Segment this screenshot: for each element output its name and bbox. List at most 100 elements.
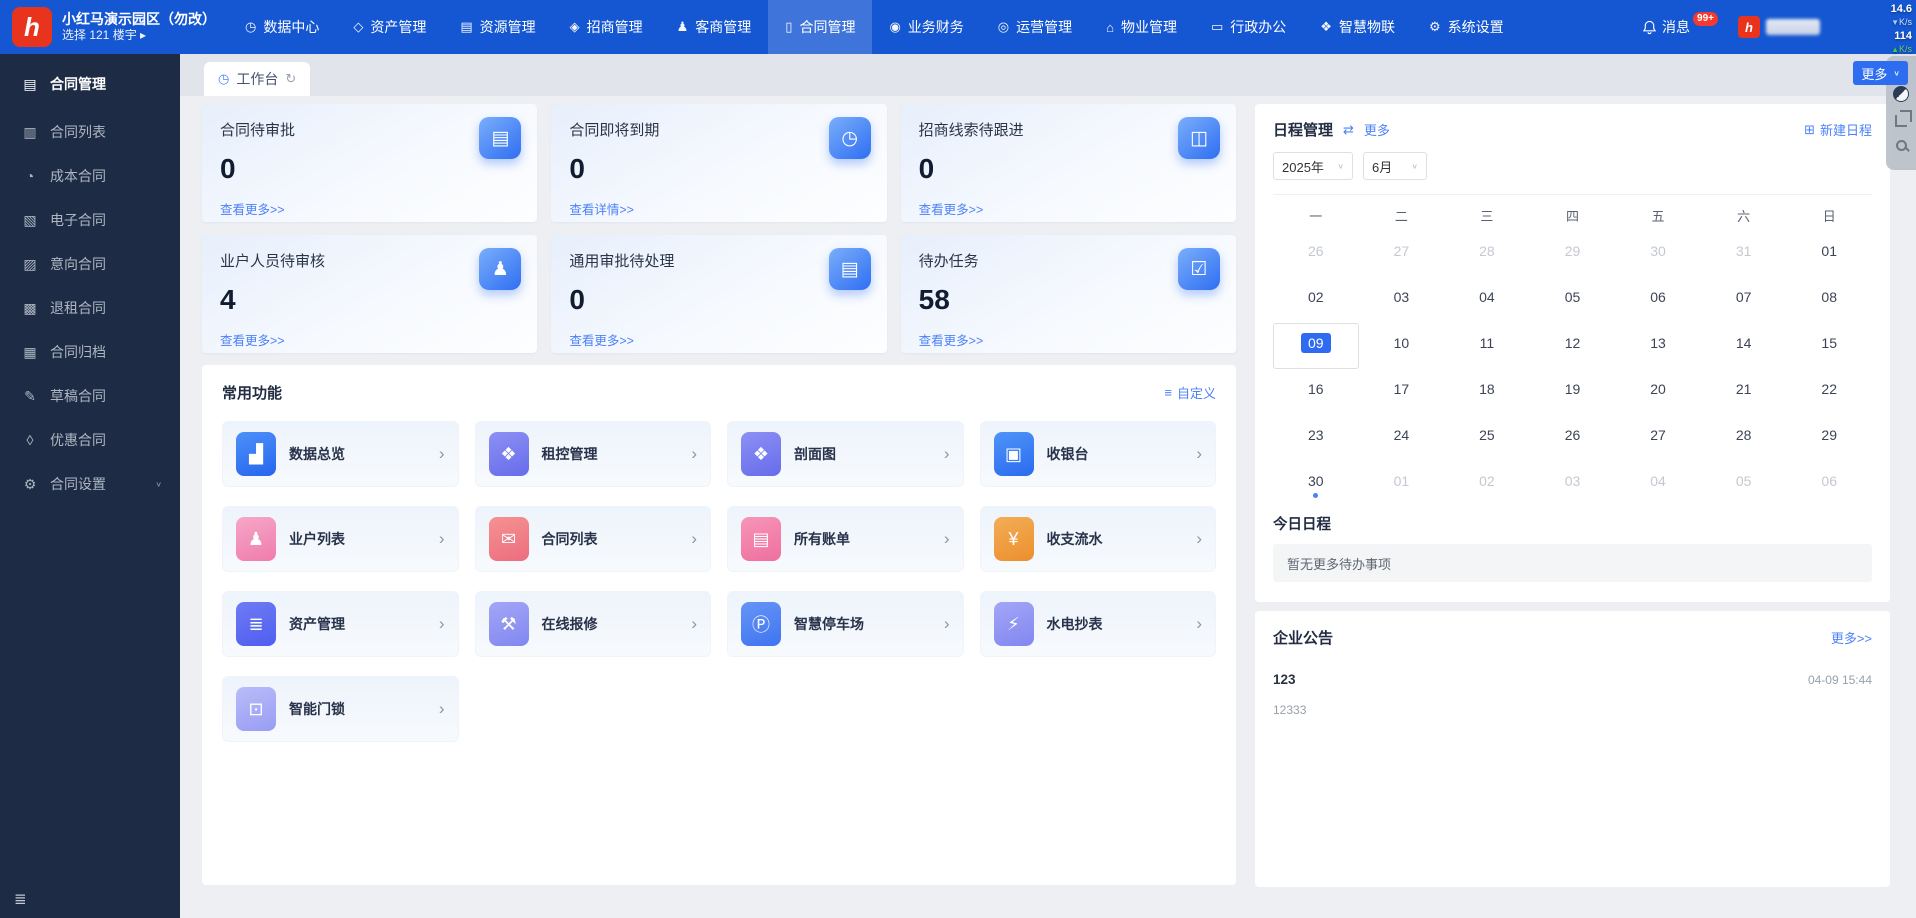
top-nav-item[interactable]: ▤ 资源管理 xyxy=(443,0,552,54)
brand[interactable]: h 小红马演示园区（勿改） 选择 121 楼宇 ▸ xyxy=(0,7,228,47)
calendar-day[interactable]: 18 xyxy=(1444,369,1530,415)
quick-tile[interactable]: ⚡ 水电抄表 › xyxy=(980,591,1217,657)
calendar-day[interactable]: 21 xyxy=(1701,369,1787,415)
sidebar-item[interactable]: ▩ 退租合同 xyxy=(0,286,180,330)
top-nav-item[interactable]: ♟ 客商管理 xyxy=(660,0,769,54)
calendar-day[interactable]: 06 xyxy=(1786,461,1872,507)
calendar-day[interactable]: 15 xyxy=(1786,323,1872,369)
magnifier-icon[interactable] xyxy=(1896,140,1907,151)
notice-more-link[interactable]: 更多>> xyxy=(1831,628,1872,647)
quick-tile[interactable]: ⚒ 在线报修 › xyxy=(475,591,712,657)
calendar-day[interactable]: 25 xyxy=(1444,415,1530,461)
quick-tile[interactable]: ♟ 业户列表 › xyxy=(222,506,459,572)
calendar-day[interactable]: 28 xyxy=(1444,231,1530,277)
calendar-day[interactable]: 13 xyxy=(1615,323,1701,369)
calendar-day[interactable]: 31 xyxy=(1701,231,1787,277)
top-nav-item[interactable]: ❖ 智慧物联 xyxy=(1303,0,1412,54)
top-nav-item[interactable]: ▭ 行政办公 xyxy=(1194,0,1303,54)
calendar-day[interactable]: 24 xyxy=(1359,415,1445,461)
calendar-day[interactable]: 03 xyxy=(1359,277,1445,323)
top-nav-item[interactable]: ⌂ 物业管理 xyxy=(1089,0,1194,54)
user-menu[interactable]: h xyxy=(1738,16,1820,38)
quick-tile[interactable]: ¥ 收支流水 › xyxy=(980,506,1217,572)
stat-card-more-link[interactable]: 查看详情>> xyxy=(569,199,634,218)
calendar-day[interactable]: 29 xyxy=(1786,415,1872,461)
sidebar-item[interactable]: ✎ 草稿合同 xyxy=(0,374,180,418)
calendar-day[interactable]: 30 xyxy=(1615,231,1701,277)
quick-tile[interactable]: Ⓟ 智慧停车场 › xyxy=(727,591,964,657)
quick-tile[interactable]: ▣ 收银台 › xyxy=(980,421,1217,487)
calendar-day[interactable]: 01 xyxy=(1359,461,1445,507)
tabs-more-button[interactable]: 更多 ∨ xyxy=(1853,61,1908,85)
customize-link[interactable]: ≡ 自定义 xyxy=(1164,383,1216,402)
refresh-icon[interactable]: ↻ xyxy=(285,71,296,87)
calendar-day[interactable]: 22 xyxy=(1786,369,1872,415)
calendar-day[interactable]: 05 xyxy=(1530,277,1616,323)
collapse-sidebar-icon[interactable]: ≣ xyxy=(14,890,27,908)
calendar-day[interactable]: 14 xyxy=(1701,323,1787,369)
top-nav-item[interactable]: ▯ 合同管理 xyxy=(768,0,872,54)
stat-card-more-link[interactable]: 查看更多>> xyxy=(569,330,634,349)
quick-tile[interactable]: ▟ 数据总览 › xyxy=(222,421,459,487)
calendar-day[interactable]: 01 xyxy=(1786,231,1872,277)
calendar-day[interactable]: 26 xyxy=(1273,231,1359,277)
calendar-day[interactable]: 04 xyxy=(1444,277,1530,323)
calendar-day[interactable]: 09 xyxy=(1273,323,1359,369)
year-select[interactable]: 2025年 ∨ xyxy=(1273,152,1353,180)
building-selector[interactable]: 选择 121 楼宇 ▸ xyxy=(62,28,216,43)
calendar-day[interactable]: 17 xyxy=(1359,369,1445,415)
stat-card-more-link[interactable]: 查看更多>> xyxy=(220,330,285,349)
top-nav-item[interactable]: ⚙ 系统设置 xyxy=(1412,0,1521,54)
calendar-day[interactable]: 04 xyxy=(1615,461,1701,507)
calendar-day[interactable]: 08 xyxy=(1786,277,1872,323)
calendar-day[interactable]: 10 xyxy=(1359,323,1445,369)
sidebar-item[interactable]: ⚙ 合同设置 ∨ xyxy=(0,462,180,506)
quick-tile[interactable]: ≣ 资产管理 › xyxy=(222,591,459,657)
calendar-day[interactable]: 11 xyxy=(1444,323,1530,369)
quick-tile[interactable]: ❖ 剖面图 › xyxy=(727,421,964,487)
calendar-day[interactable]: 02 xyxy=(1273,277,1359,323)
top-nav-item[interactable]: ◈ 招商管理 xyxy=(553,0,660,54)
calendar-day[interactable]: 29 xyxy=(1530,231,1616,277)
calendar-day[interactable]: 07 xyxy=(1701,277,1787,323)
quick-tile[interactable]: ▤ 所有账单 › xyxy=(727,506,964,572)
top-nav-item[interactable]: ◉ 业务财务 xyxy=(872,0,980,54)
calendar-day[interactable]: 23 xyxy=(1273,415,1359,461)
calendar-day[interactable]: 06 xyxy=(1615,277,1701,323)
quick-tile[interactable]: ✉ 合同列表 › xyxy=(475,506,712,572)
new-schedule-link[interactable]: ⊞ 新建日程 xyxy=(1804,120,1872,139)
calendar-day[interactable]: 19 xyxy=(1530,369,1616,415)
stat-card-more-link[interactable]: 查看更多>> xyxy=(919,199,984,218)
calendar-day[interactable]: 27 xyxy=(1359,231,1445,277)
quick-tile[interactable]: ⊡ 智能门锁 › xyxy=(222,676,459,742)
sidebar-item[interactable]: ▧ 电子合同 xyxy=(0,198,180,242)
calendar-day[interactable]: 26 xyxy=(1530,415,1616,461)
stat-card-more-link[interactable]: 查看更多>> xyxy=(220,199,285,218)
sidebar-item[interactable]: ▦ 合同归档 xyxy=(0,330,180,374)
sidebar-item[interactable]: ▨ 意向合同 xyxy=(0,242,180,286)
calendar-day[interactable]: 12 xyxy=(1530,323,1616,369)
stat-card-more-link[interactable]: 查看更多>> xyxy=(919,330,984,349)
calendar-day[interactable]: 16 xyxy=(1273,369,1359,415)
screenshot-crop-icon[interactable] xyxy=(1895,115,1907,127)
month-select[interactable]: 6月 ∨ xyxy=(1363,152,1427,180)
messages-button[interactable]: 消息 99+ xyxy=(1642,17,1720,37)
schedule-more-link[interactable]: 更多 xyxy=(1364,120,1390,139)
calendar-day[interactable]: 28 xyxy=(1701,415,1787,461)
top-nav-item[interactable]: ◷ 数据中心 xyxy=(228,0,336,54)
top-nav-item[interactable]: ◎ 运营管理 xyxy=(981,0,1089,54)
calendar-day[interactable]: 03 xyxy=(1530,461,1616,507)
calendar-day[interactable]: 05 xyxy=(1701,461,1787,507)
sidebar-item[interactable]: ◊ 优惠合同 xyxy=(0,418,180,462)
theme-ball-icon[interactable] xyxy=(1893,86,1909,102)
calendar-day[interactable]: 27 xyxy=(1615,415,1701,461)
calendar-day[interactable]: 20 xyxy=(1615,369,1701,415)
tab-workbench[interactable]: ◷ 工作台 ↻ xyxy=(204,62,310,96)
top-nav-item[interactable]: ◇ 资产管理 xyxy=(336,0,443,54)
sidebar-item[interactable]: ▥ 合同列表 xyxy=(0,110,180,154)
sidebar-item[interactable]: ◔ 成本合同 xyxy=(0,154,180,198)
quick-tile[interactable]: ❖ 租控管理 › xyxy=(475,421,712,487)
sidebar-item[interactable]: ▤ 合同管理 xyxy=(0,62,180,106)
calendar-day[interactable]: 02 xyxy=(1444,461,1530,507)
calendar-day[interactable]: 30 xyxy=(1273,461,1359,507)
